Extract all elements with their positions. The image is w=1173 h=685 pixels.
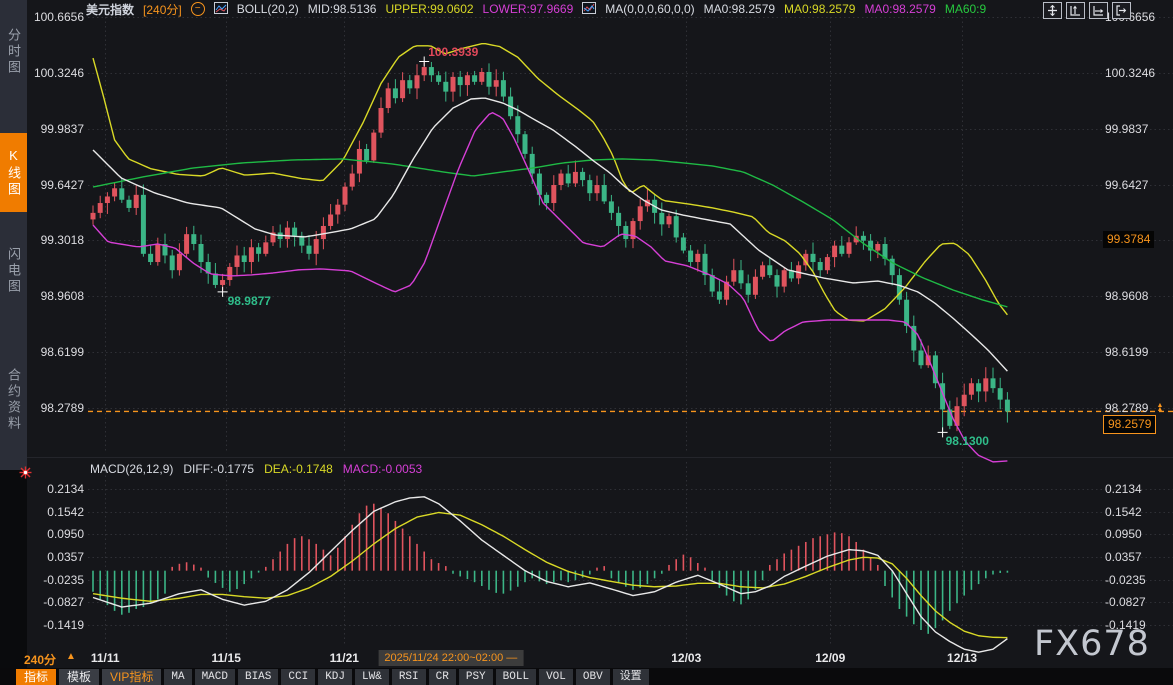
left-sidebar-lower (0, 470, 27, 685)
price-label-right: 100.3246 (1105, 65, 1155, 81)
chart-window-controls (1043, 2, 1131, 19)
low-price-annotation-1: 98.9877 (228, 294, 271, 308)
macd-dea-value: DEA:-0.1748 (264, 462, 333, 476)
boll-chart-icon[interactable] (214, 2, 228, 17)
price-up-arrow-icon: ▲▲ (1155, 404, 1165, 412)
toolbar-indicator-button[interactable]: PSY (459, 669, 493, 685)
brand-watermark: FX678 (1034, 624, 1150, 664)
chart-application-window: 分时图 K线图闪电图合约资料 美元指数 [240分] − BOLL(20,2) M… (0, 0, 1173, 685)
date-tick: 12/13 (947, 651, 977, 665)
toolbar-settings-button[interactable]: 设置 (613, 669, 649, 685)
toolbar-indicator-button[interactable]: BOLL (496, 669, 536, 685)
macd-label-left: -0.0827 (26, 594, 84, 610)
toolbar-tab-2[interactable]: 模板 (59, 669, 99, 685)
toolbar-tab-3[interactable]: VIP指标 (102, 669, 161, 685)
ma0-yellow-value: MA0:98.2579 (784, 2, 855, 16)
boll-lower-value: LOWER:97.9669 (483, 2, 574, 16)
toolbar-indicator-button[interactable]: KDJ (318, 669, 352, 685)
sidebar-tab-4[interactable]: 合约资料 (0, 337, 27, 462)
price-label-left: 98.2789 (26, 400, 84, 416)
toolbar-indicator-button[interactable]: LW& (355, 669, 389, 685)
pan-right-icon[interactable] (1112, 2, 1131, 19)
toolbar-indicator-button[interactable]: VOL (539, 669, 573, 685)
price-label-left: 98.6199 (26, 344, 84, 360)
sidebar-tab-1[interactable]: 分时图 (0, 4, 27, 100)
price-label-right: 98.2789 (1105, 400, 1148, 416)
scale-y-axis-icon[interactable] (1066, 2, 1085, 19)
macd-label-left: 0.1542 (26, 504, 84, 520)
boll-label: BOLL(20,2) (237, 2, 299, 16)
toolbar-indicator-button[interactable]: CR (429, 669, 456, 685)
toolbar-indicator-button[interactable]: RSI (392, 669, 426, 685)
price-label-right: 98.9608 (1105, 288, 1148, 304)
date-tick: 11/15 (212, 651, 241, 665)
boll-upper-value: UPPER:99.0602 (385, 2, 473, 16)
move-icon[interactable] (1043, 2, 1062, 19)
reference-price-badge: 99.3784 (1103, 231, 1154, 248)
scale-x-axis-icon[interactable] (1089, 2, 1108, 19)
macd-macd-value: MACD:-0.0053 (343, 462, 422, 476)
macd-label-right: -0.0827 (1105, 594, 1146, 610)
date-tick: 11/21 (330, 651, 359, 665)
macd-label-left: 0.0357 (26, 549, 84, 565)
indicator-header: 美元指数 [240分] − BOLL(20,2) MID:98.5136 UPP… (86, 1, 986, 17)
price-label-left: 99.6427 (26, 177, 84, 193)
price-label-left: 99.3018 (26, 232, 84, 248)
ma-label: MA(0,0,0,60,0,0) (605, 2, 694, 16)
bottom-toolbar: 指标模板VIP指标MAMACDBIASCCIKDJLW&RSICRPSYBOLL… (0, 668, 1173, 685)
macd-indicator-header: MACD(26,12,9) DIFF:-0.1775 DEA:-0.1748 M… (90, 461, 422, 477)
ma-chart-icon[interactable] (582, 2, 596, 17)
price-label-right: 99.9837 (1105, 121, 1148, 137)
timeframe-label[interactable]: 240分 (24, 651, 56, 668)
ma0-magenta-value: MA0:98.2579 (864, 2, 935, 16)
ma0-white-value: MA0:98.2579 (704, 2, 775, 16)
macd-label-right: 0.0357 (1105, 549, 1142, 565)
timeframe-dropdown-arrow-icon[interactable]: ▲ (66, 651, 76, 662)
macd-label-left: -0.0235 (26, 572, 84, 588)
low-price-annotation-2: 98.1300 (946, 434, 989, 448)
macd-label-right: 0.2134 (1105, 481, 1142, 497)
toolbar-indicator-button[interactable]: MA (164, 669, 191, 685)
date-tick: 12/03 (671, 651, 701, 665)
macd-label-left: 0.2134 (26, 481, 84, 497)
price-label-right: 99.6427 (1105, 177, 1148, 193)
price-label-right: 98.6199 (1105, 344, 1148, 360)
macd-label-left: -0.1419 (26, 617, 84, 633)
zoom-out-icon[interactable]: − (191, 2, 205, 16)
price-label-left: 99.9837 (26, 121, 84, 137)
boll-mid-value: MID:98.5136 (308, 2, 377, 16)
price-label-left: 100.3246 (26, 65, 84, 81)
macd-diff-value: DIFF:-0.1775 (183, 462, 254, 476)
macd-params-label: MACD(26,12,9) (90, 462, 173, 476)
ma60-value: MA60:9 (945, 2, 986, 16)
period-tag: [240分] (143, 1, 182, 18)
macd-label-right: 0.1542 (1105, 504, 1142, 520)
date-tick: 12/09 (815, 651, 845, 665)
toolbar-indicator-button[interactable]: CCI (281, 669, 315, 685)
selected-candle-date-badge: 2025/11/24 22:00~02:00 — (378, 650, 523, 666)
price-label-left: 100.6656 (26, 9, 84, 25)
current-price-badge: 98.2579 (1103, 415, 1156, 434)
price-label-left: 98.9608 (26, 288, 84, 304)
chart-plot-area[interactable] (0, 0, 1173, 685)
toolbar-indicator-button[interactable]: OBV (576, 669, 610, 685)
high-price-annotation: 100.3939 (428, 45, 478, 59)
macd-label-right: -0.0235 (1105, 572, 1146, 588)
date-tick: 11/11 (91, 651, 120, 665)
indicator-settings-icon[interactable] (19, 466, 32, 484)
toolbar-indicator-button[interactable]: BIAS (238, 669, 278, 685)
symbol-title: 美元指数 (86, 1, 134, 18)
left-sidebar: 分时图 K线图闪电图合约资料 (0, 0, 27, 470)
sidebar-tab-3[interactable]: 闪电图 (0, 224, 27, 318)
macd-label-left: 0.0950 (26, 526, 84, 542)
sidebar-tab-2[interactable]: K线图 (0, 133, 27, 212)
toolbar-tab-1[interactable]: 指标 (16, 669, 56, 685)
macd-label-right: 0.0950 (1105, 526, 1142, 542)
toolbar-indicator-button[interactable]: MACD (195, 669, 235, 685)
